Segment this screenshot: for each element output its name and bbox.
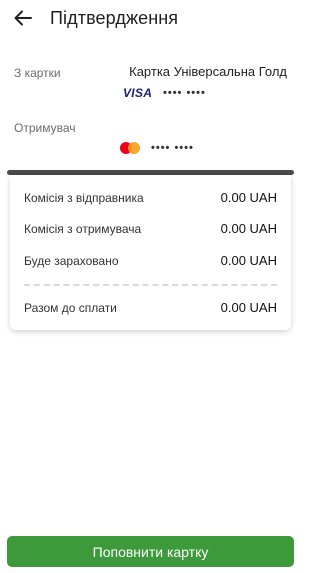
from-card-name: Картка Універсальна Голд [129,64,287,79]
top-up-card-button[interactable]: Поповнити картку [7,536,294,567]
summary-row-label: Комісія з відправника [24,190,144,205]
summary-row: Комісія з відправника 0.00 UAH [24,190,277,205]
page-title: Підтвердження [50,8,179,28]
summary-row-value: 0.00 UAH [220,221,277,236]
summary-row: Комісія з отримувача 0.00 UAH [24,221,277,236]
summary-row-value: 0.00 UAH [220,190,277,205]
recipient-label: Отримувач [14,121,76,135]
back-button[interactable] [10,6,36,30]
visa-icon: VISA [123,86,153,100]
summary-row: Буде зараховано 0.00 UAH [24,253,277,268]
arrow-left-icon [14,10,32,26]
total-label: Разом до сплати [24,300,117,315]
total-row: Разом до сплати 0.00 UAH [24,300,277,315]
from-card-number-row: VISA •••• •••• [123,85,206,101]
from-card-masked-number: •••• •••• [163,87,206,99]
summary-row-value: 0.00 UAH [220,253,277,268]
mastercard-icon [120,141,142,155]
dashed-divider [24,284,277,286]
top-bar: Підтвердження [0,0,300,36]
recipient-card-number-row: •••• •••• [120,140,194,156]
from-card-label: З картки [14,66,61,80]
summary-row-label: Комісія з отримувача [24,221,142,236]
recipient-card-masked-number: •••• •••• [151,142,194,154]
summary-row-label: Буде зараховано [24,253,119,268]
summary-card: Комісія з відправника 0.00 UAH Комісія з… [10,175,291,330]
total-value: 0.00 UAH [220,300,277,315]
